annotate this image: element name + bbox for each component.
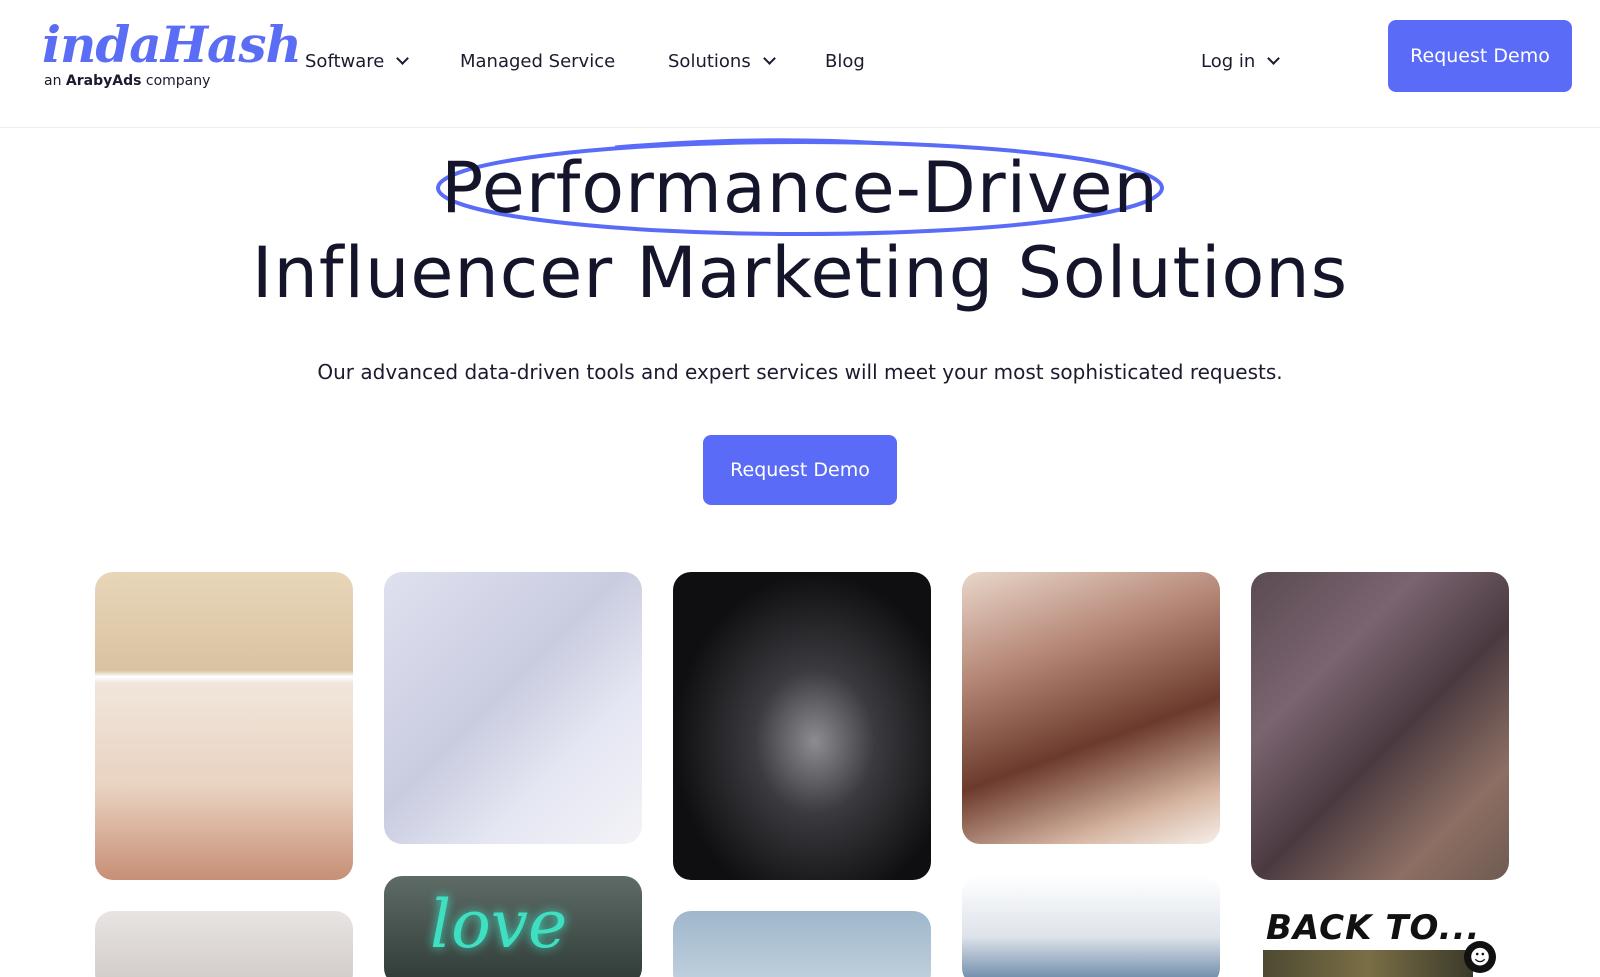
logo-wordmark: indaHash [42, 15, 302, 74]
logo-tagline: an ArabyAds company [44, 73, 210, 89]
chevron-down-icon [762, 51, 776, 65]
logo-tagline-prefix: an [44, 73, 66, 89]
login-label: Log in [1201, 50, 1256, 72]
cookie-settings-icon[interactable]: ☻ [1464, 941, 1496, 973]
gallery-tile-instax-printer [384, 572, 642, 844]
back-to-text: BACK TO... [1266, 908, 1481, 948]
login-menu[interactable]: Log in [1201, 46, 1281, 76]
gallery-tile-sky [673, 911, 931, 977]
hero-title-line2: Influencer Marketing Solutions [251, 232, 1349, 314]
chevron-down-icon [396, 51, 410, 65]
gallery-tile-lipstick-portrait [962, 572, 1220, 844]
hero-title-line1: Performance-Driven [441, 147, 1159, 229]
nav-item-software[interactable]: Software [305, 46, 410, 76]
nav-item-label: Software [305, 50, 385, 72]
gallery-tile-grilled-food [1251, 572, 1509, 880]
request-demo-header-button[interactable]: Request Demo [1388, 20, 1572, 92]
gallery-tile-skincare-bottles [95, 572, 353, 880]
indahash-logo[interactable]: indaHash an ArabyAds company [42, 14, 302, 94]
hero-subtitle: Our advanced data-driven tools and exper… [317, 360, 1283, 384]
request-demo-hero-button[interactable]: Request Demo [703, 435, 897, 505]
back-to-photo [1263, 950, 1473, 977]
neon-love-text: love [430, 886, 568, 963]
nav-item-solutions[interactable]: Solutions [668, 46, 776, 76]
logo-tagline-brand: ArabyAds [65, 73, 142, 89]
nav-item-label: Blog [825, 50, 865, 72]
gallery-tile-tube-product [673, 572, 931, 880]
gallery-tile-cards [95, 911, 353, 977]
nav-item-blog[interactable]: Blog [825, 46, 865, 76]
nav-item-label: Solutions [668, 50, 751, 72]
site-header: indaHash an ArabyAds company Software Ma… [0, 0, 1600, 128]
chevron-down-icon [1267, 51, 1281, 65]
gallery-tile-airplane-wing [962, 876, 1220, 977]
nav-item-label: Managed Service [460, 50, 616, 72]
nav-item-managed-service[interactable]: Managed Service [460, 46, 615, 76]
logo-tagline-suffix: company [141, 73, 211, 89]
